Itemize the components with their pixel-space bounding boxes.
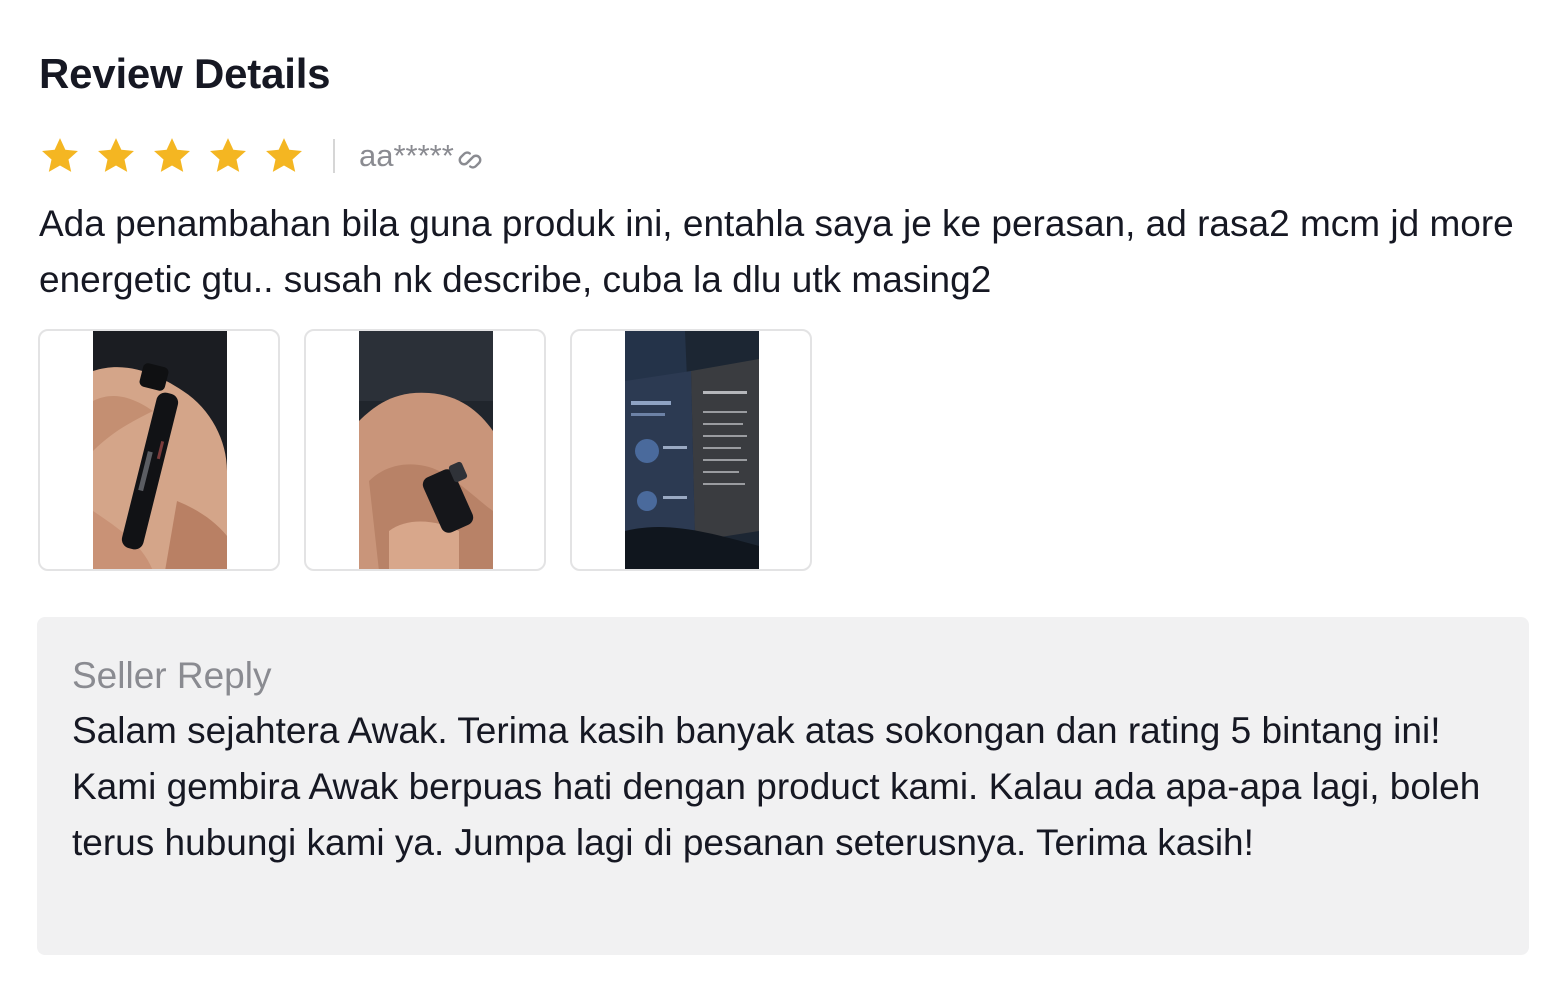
- seller-reply: Seller Reply Salam sejahtera Awak. Terim…: [37, 617, 1529, 955]
- link-icon: [458, 151, 482, 169]
- star-icon: [42, 138, 78, 172]
- meta-divider: [333, 139, 335, 173]
- star-icon: [266, 138, 302, 172]
- review-image-thumbnail[interactable]: [570, 329, 812, 571]
- review-meta-row: aa*****: [39, 134, 484, 178]
- review-text: Ada penambahan bila guna produk ini, ent…: [39, 203, 1514, 300]
- star-rating: [39, 135, 305, 177]
- seller-reply-title: Seller Reply: [72, 655, 272, 696]
- hand-spray-pen-image: [93, 331, 227, 569]
- review-image-thumbnail[interactable]: [38, 329, 280, 571]
- review-image-thumbnail[interactable]: [304, 329, 546, 571]
- reviewer-name: aa*****: [359, 134, 484, 178]
- review-photo: [625, 331, 759, 569]
- review-photo: [359, 331, 493, 569]
- page-title: Review Details: [39, 50, 331, 97]
- seller-reply-text: Salam sejahtera Awak. Terima kasih banya…: [72, 710, 1481, 863]
- star-icon: [98, 138, 134, 172]
- fingers-spray-bottle-image: [359, 331, 493, 569]
- star-icon: [154, 138, 190, 172]
- instruction-leaflet-image: [625, 331, 759, 569]
- star-icon: [210, 138, 246, 172]
- reviewer-username: aa*****: [359, 138, 454, 173]
- review-images: [38, 329, 812, 571]
- review-photo: [93, 331, 227, 569]
